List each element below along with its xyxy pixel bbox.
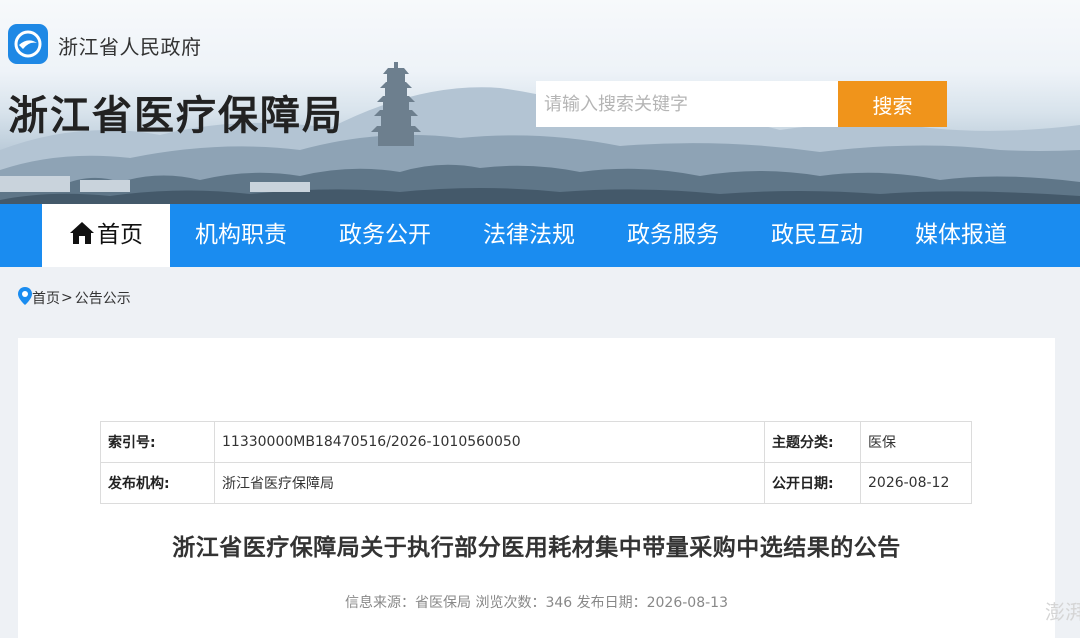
breadcrumb-current-link[interactable]: 公告公示 bbox=[75, 288, 131, 308]
nav-item-label: 首页 bbox=[97, 222, 143, 248]
article-title: 浙江省医疗保障局关于执行部分医用耗材集中带量采购中选结果的公告 bbox=[172, 535, 901, 561]
topic-label: 主题分类: bbox=[764, 421, 861, 463]
breadcrumb-home-link[interactable]: 首页 bbox=[32, 288, 60, 308]
publisher-value: 浙江省医疗保障局 bbox=[214, 462, 765, 504]
table-row: 发布机构: 浙江省医疗保障局 公开日期: 2026-08-12 bbox=[100, 462, 972, 504]
index-label: 索引号: bbox=[100, 421, 215, 463]
watermark-text: 澎湃 bbox=[1045, 600, 1080, 624]
gov-emblem-logo[interactable] bbox=[8, 24, 48, 64]
date-value: 2026-08-12 bbox=[860, 462, 972, 504]
article-info: 信息来源：省医保局 浏览次数：346 发布日期：2026-08-13 bbox=[345, 595, 728, 611]
nav-laws-regulations[interactable]: 法律法规 bbox=[474, 204, 584, 267]
index-value: 11330000MB18470516/2026-1010560050 bbox=[214, 421, 765, 463]
article-card: 索引号: 11330000MB18470516/2026-1010560050 … bbox=[18, 338, 1055, 638]
nav-media-reports[interactable]: 媒体报道 bbox=[906, 204, 1016, 267]
header-banner: 浙江省人民政府 浙江省医疗保障局 搜索 bbox=[0, 0, 1080, 204]
logo-icon bbox=[14, 30, 42, 58]
nav-institution-duties[interactable]: 机构职责 bbox=[186, 204, 296, 267]
location-pin-icon bbox=[18, 287, 32, 309]
breadcrumb: 首页 > 公告公示 bbox=[18, 287, 131, 309]
topic-value: 医保 bbox=[860, 421, 972, 463]
main-nav: 首页 机构职责 政务公开 法律法规 政务服务 政民互动 媒体报道 bbox=[0, 204, 1080, 267]
date-label: 公开日期: bbox=[764, 462, 861, 504]
table-row: 索引号: 11330000MB18470516/2026-1010560050 … bbox=[100, 421, 972, 463]
gov-name[interactable]: 浙江省人民政府 bbox=[58, 31, 202, 60]
search-button[interactable]: 搜索 bbox=[838, 81, 947, 127]
home-icon bbox=[69, 207, 95, 270]
nav-government-affairs[interactable]: 政务公开 bbox=[330, 204, 440, 267]
nav-government-services[interactable]: 政务服务 bbox=[618, 204, 728, 267]
nav-home[interactable]: 首页 bbox=[42, 204, 170, 267]
breadcrumb-separator: > bbox=[61, 290, 73, 306]
nav-public-interaction[interactable]: 政民互动 bbox=[762, 204, 872, 267]
publisher-label: 发布机构: bbox=[100, 462, 215, 504]
search-input[interactable] bbox=[536, 81, 838, 127]
bureau-title: 浙江省医疗保障局 bbox=[8, 93, 344, 139]
info-meta-table: 索引号: 11330000MB18470516/2026-1010560050 … bbox=[100, 421, 972, 504]
